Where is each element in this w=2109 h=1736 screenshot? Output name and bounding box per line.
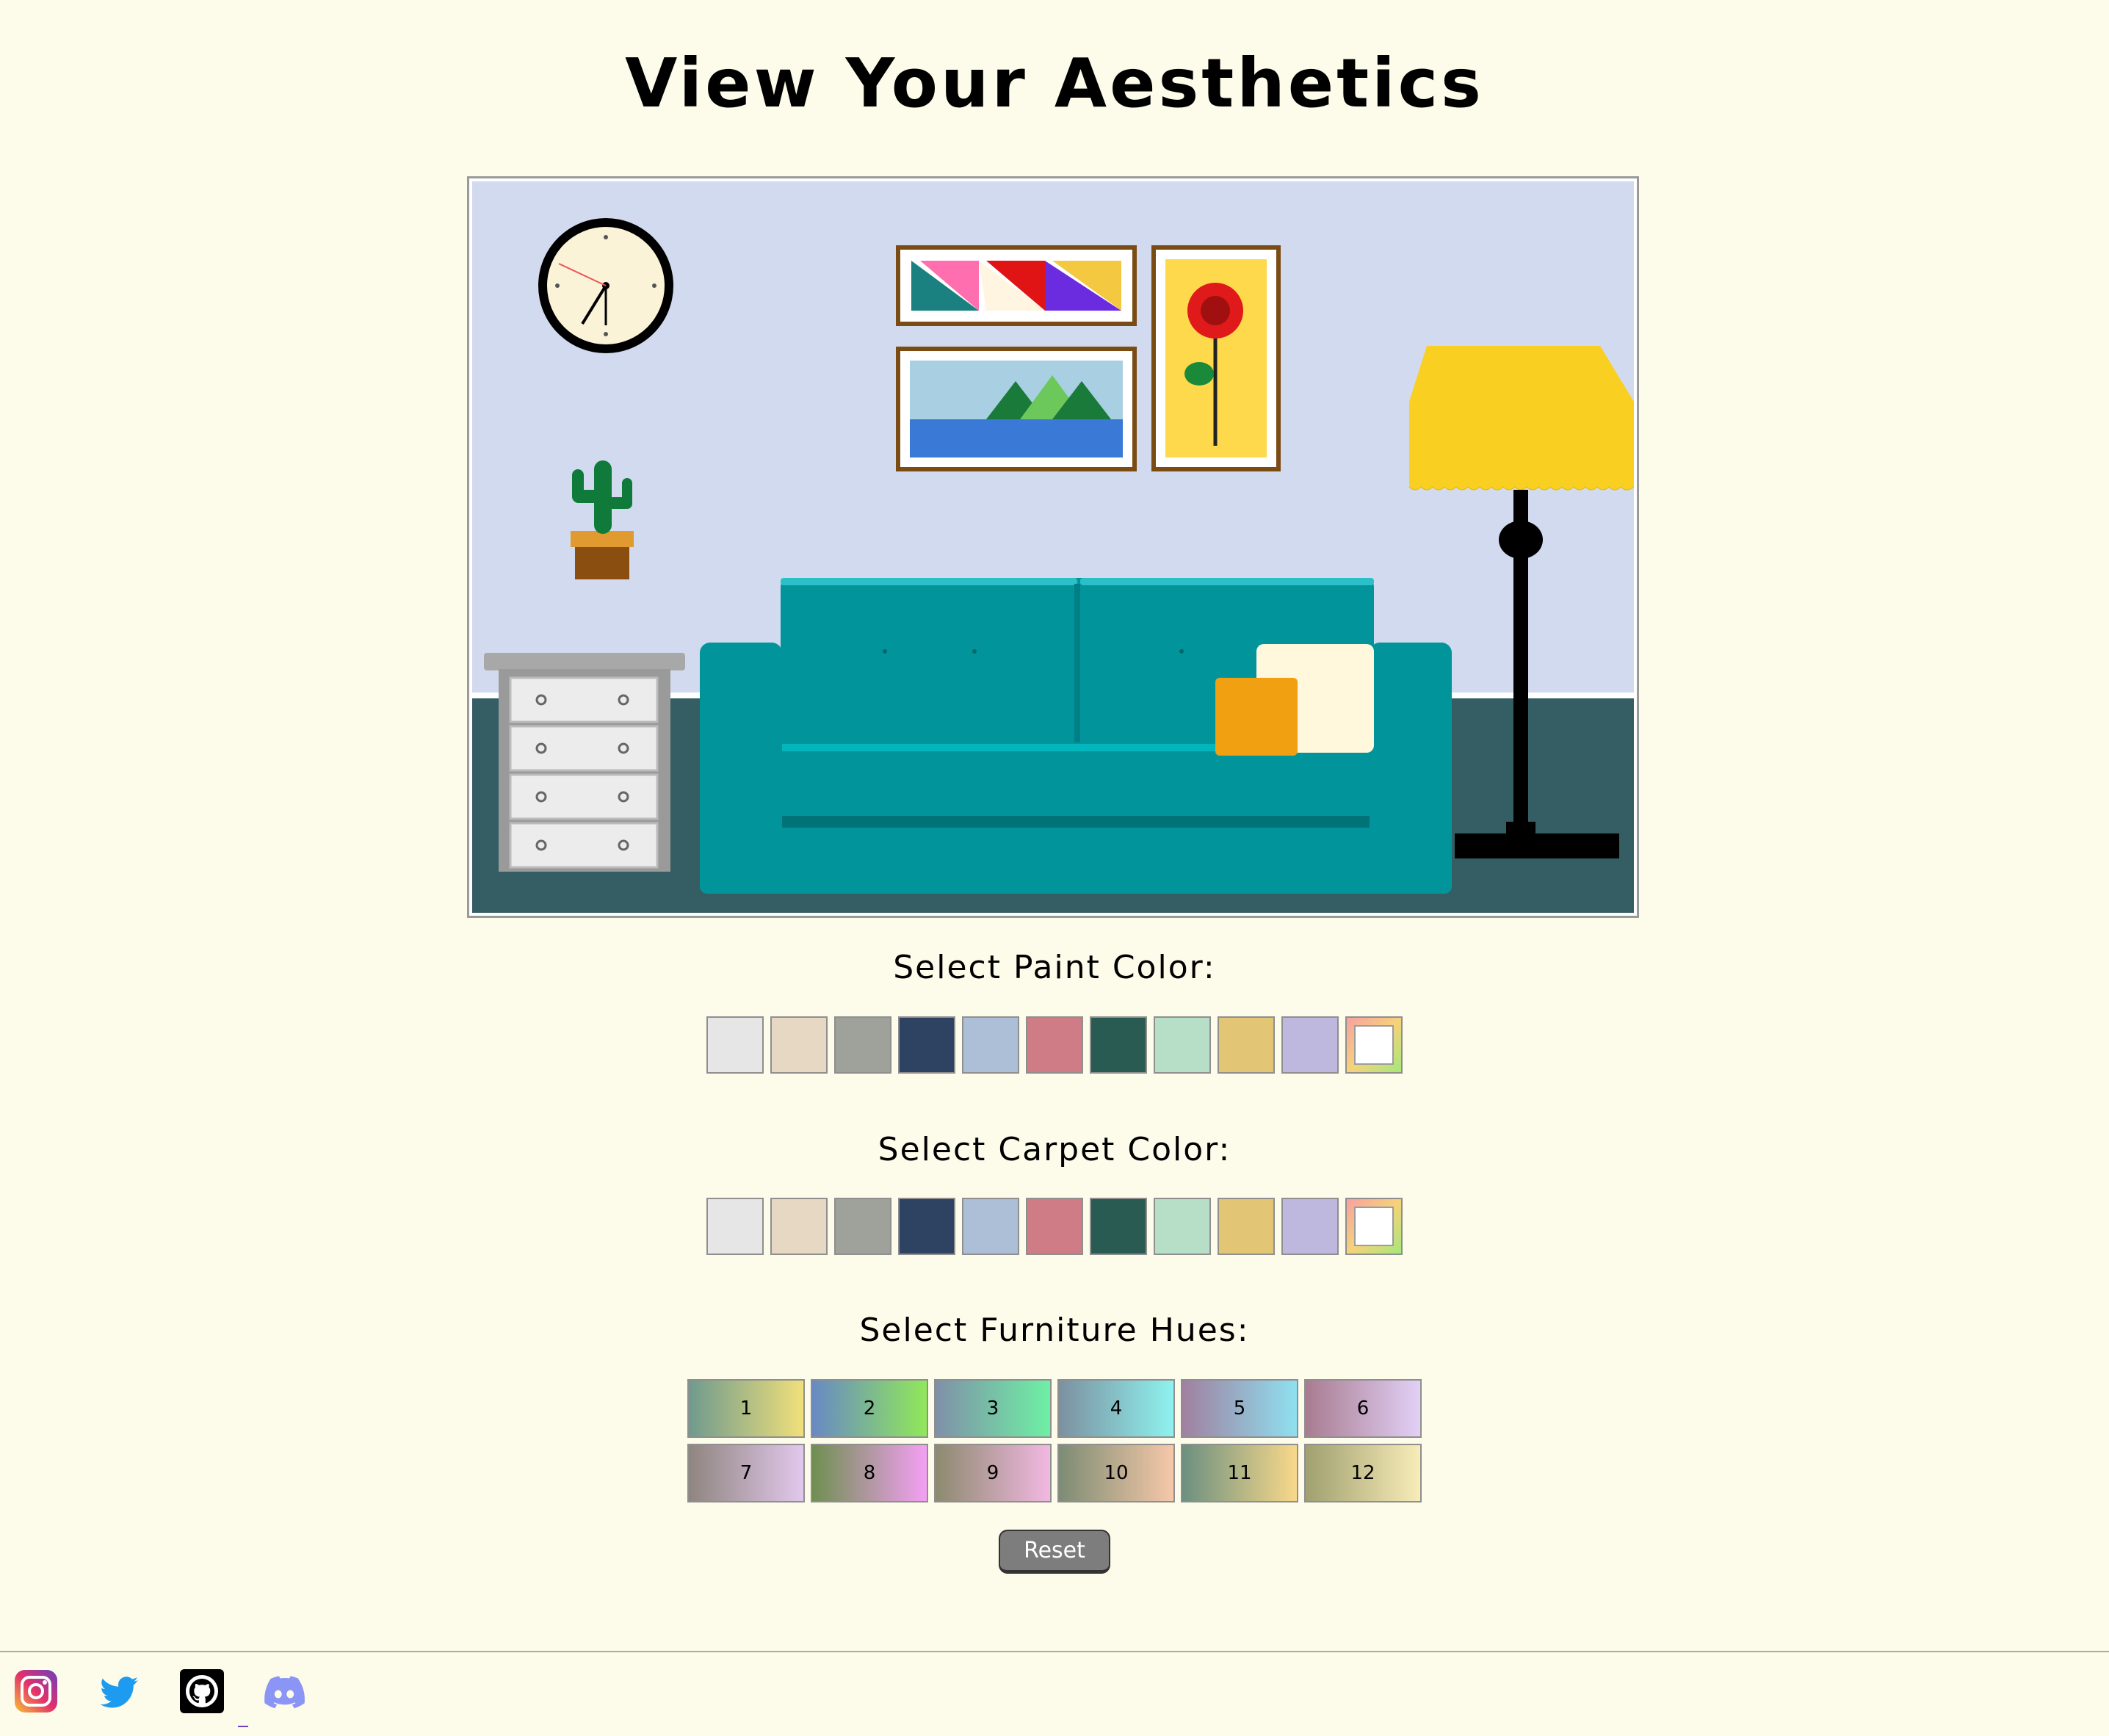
reset-button[interactable]: Reset: [999, 1530, 1110, 1574]
custom-color-preview: [1354, 1025, 1394, 1065]
room-preview: [467, 176, 1639, 918]
furniture-hue-button[interactable]: 6: [1304, 1379, 1422, 1438]
furniture-hue-button[interactable]: 9: [934, 1444, 1052, 1502]
carpet-color-swatch[interactable]: [706, 1198, 764, 1255]
custom-color-preview: [1354, 1207, 1394, 1246]
carpet-color-swatch[interactable]: [1154, 1198, 1211, 1255]
footer-divider: [0, 1651, 2109, 1652]
furniture-hue-button[interactable]: 2: [811, 1379, 928, 1438]
furniture-hue-button[interactable]: 7: [687, 1444, 805, 1502]
paint-color-label: Select Paint Color:: [893, 949, 1216, 986]
discord-icon[interactable]: [261, 1668, 307, 1714]
rose-art-frame: [1151, 245, 1281, 471]
carpet-color-swatch[interactable]: [1090, 1198, 1147, 1255]
furniture-hue-button[interactable]: 11: [1181, 1444, 1298, 1502]
mountain-art-frame: [896, 347, 1137, 471]
nightstand: [484, 653, 685, 872]
paint-color-custom-color-picker[interactable]: [1345, 1016, 1403, 1074]
carpet-color-swatch[interactable]: [1218, 1198, 1275, 1255]
furniture-hue-button[interactable]: 12: [1304, 1444, 1422, 1502]
paint-color-swatch[interactable]: [898, 1016, 955, 1074]
carpet-color-swatch[interactable]: [1026, 1198, 1083, 1255]
instagram-icon[interactable]: [13, 1668, 59, 1714]
carpet-color-swatches: [0, 1198, 2109, 1255]
furniture-hues-label: Select Furniture Hues:: [859, 1312, 1250, 1349]
sofa: [700, 578, 1452, 894]
link-underline: [238, 1726, 248, 1727]
paint-color-swatch[interactable]: [834, 1016, 891, 1074]
furniture-hue-button[interactable]: 4: [1057, 1379, 1175, 1438]
paint-color-swatch[interactable]: [1281, 1016, 1339, 1074]
paint-color-swatch[interactable]: [962, 1016, 1019, 1074]
furniture-hue-button[interactable]: 1: [687, 1379, 805, 1438]
carpet-color-swatch[interactable]: [770, 1198, 828, 1255]
paint-color-swatch[interactable]: [1090, 1016, 1147, 1074]
paint-color-swatch[interactable]: [1218, 1016, 1275, 1074]
triangle-art-frame: [896, 245, 1137, 326]
furniture-hue-button[interactable]: 3: [934, 1379, 1052, 1438]
wall-clock: [538, 218, 673, 353]
twitter-icon[interactable]: [97, 1668, 142, 1714]
carpet-color-swatch[interactable]: [834, 1198, 891, 1255]
furniture-hue-button[interactable]: 8: [811, 1444, 928, 1502]
carpet-color-swatch[interactable]: [898, 1198, 955, 1255]
paint-color-swatch[interactable]: [706, 1016, 764, 1074]
paint-color-swatches: [0, 1016, 2109, 1074]
carpet-color-swatch[interactable]: [1281, 1198, 1339, 1255]
page-title: View Your Aesthetics: [625, 44, 1484, 123]
carpet-color-custom-color-picker[interactable]: [1345, 1198, 1403, 1255]
paint-color-swatch[interactable]: [1026, 1016, 1083, 1074]
carpet-color-swatch[interactable]: [962, 1198, 1019, 1255]
room-illustration: [472, 181, 1634, 913]
furniture-hue-button[interactable]: 10: [1057, 1444, 1175, 1502]
github-icon[interactable]: [179, 1668, 225, 1714]
carpet-color-label: Select Carpet Color:: [878, 1131, 1231, 1168]
furniture-hue-button[interactable]: 5: [1181, 1379, 1298, 1438]
paint-color-swatch[interactable]: [1154, 1016, 1211, 1074]
furniture-hue-grid: 1 2 3 4 5 6 7 8 9 10 11 12: [687, 1379, 1422, 1502]
paint-color-swatch[interactable]: [770, 1016, 828, 1074]
